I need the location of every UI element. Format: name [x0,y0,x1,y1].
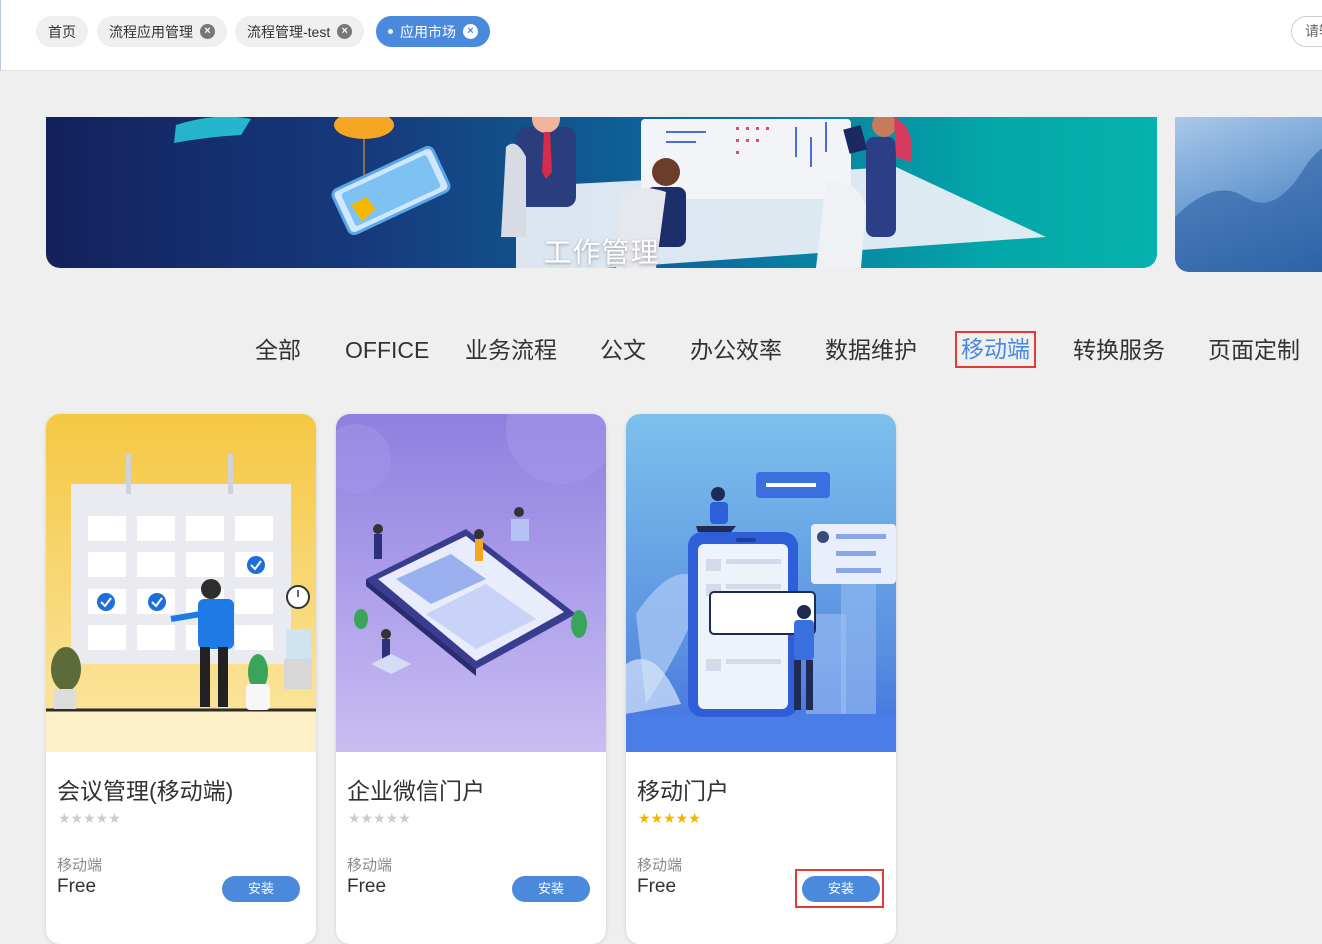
category-all[interactable]: 全部 [255,333,301,367]
tab-app-market[interactable]: 应用市场 × [376,16,490,47]
category-office-efficiency[interactable]: 办公效率 [690,333,782,367]
tab-label: 流程管理-test [247,23,331,40]
app-thumbnail-image [626,414,896,752]
app-card-mobile-portal[interactable]: 移动门户 ★★★★★ 移动端 Free 安装 [626,414,896,944]
category-page-customization[interactable]: 页面定制 [1208,333,1300,367]
close-icon[interactable]: × [337,24,353,39]
tab-label: 应用市场 [400,23,456,40]
app-category: 移动端 [637,857,683,874]
tab-bar: 首页 流程应用管理 × 流程管理-test × 应用市场 × 请输 [0,0,1322,71]
app-thumbnail-image [336,414,606,752]
tab-label: 流程应用管理 [109,23,193,40]
app-thumbnail-image [46,414,316,752]
category-data-maintenance[interactable]: 数据维护 [825,333,917,367]
tab-process-app-management[interactable]: 流程应用管理 × [97,16,227,47]
category-business-process[interactable]: 业务流程 [465,333,557,367]
install-button[interactable]: 安装 [802,876,880,902]
install-button[interactable]: 安装 [512,876,590,902]
app-category: 移动端 [347,857,393,874]
banner-title: 工作管理 [543,237,660,268]
category-conversion-service[interactable]: 转换服务 [1073,333,1165,367]
rating-stars: ★★★★★ [638,810,701,827]
star-icon: ★★★★★ [638,810,701,826]
category-office[interactable]: OFFICE [345,333,429,367]
app-category: 移动端 [57,857,103,874]
category-mobile[interactable]: 移动端 [955,331,1036,368]
app-title: 会议管理(移动端) [57,778,234,804]
banner-carousel-next-slide[interactable] [1175,117,1322,272]
app-price: Free [637,876,677,897]
star-icon: ★★★★★ [348,810,411,826]
install-button[interactable]: 安装 [222,876,300,902]
banner-carousel-slide[interactable]: 工作管理 [46,117,1157,268]
category-official-document[interactable]: 公文 [600,333,646,367]
app-card-meeting-management[interactable]: 会议管理(移动端) ★★★★★ 移动端 Free 安装 [46,414,316,944]
close-icon[interactable]: × [463,24,478,39]
star-icon: ★★★★★ [58,810,121,826]
rating-stars: ★★★★★ [348,810,411,827]
tab-process-management-test[interactable]: 流程管理-test × [235,16,365,47]
tab-home[interactable]: 首页 [36,16,88,47]
tab-label: 首页 [48,23,76,40]
banner-illustration [1175,148,1322,272]
app-title: 移动门户 [637,778,729,804]
app-price: Free [57,876,97,897]
rating-stars: ★★★★★ [58,810,121,827]
dot-icon [388,29,393,34]
search-input[interactable]: 请输 [1291,16,1322,47]
app-card-wechat-work-portal[interactable]: 企业微信门户 ★★★★★ 移动端 Free 安装 [336,414,606,944]
close-icon[interactable]: × [200,24,215,39]
app-price: Free [347,876,387,897]
app-title: 企业微信门户 [347,778,485,804]
